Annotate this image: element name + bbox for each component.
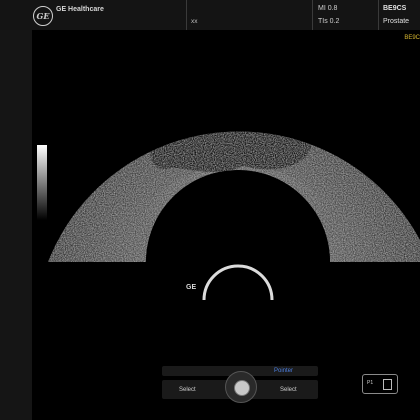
select-right-button[interactable]: Select xyxy=(280,387,297,393)
probe-orientation-marker: GE xyxy=(186,284,197,291)
ultrasound-image[interactable] xyxy=(0,0,420,420)
trackball-controls: Pointer Select Select xyxy=(162,366,318,403)
screen-page-indicator[interactable]: P1 xyxy=(362,374,398,394)
pointer-label[interactable]: Pointer xyxy=(274,368,293,374)
trackball-center xyxy=(234,380,250,396)
page-label: P1 xyxy=(367,380,374,386)
page-box-icon xyxy=(383,379,392,390)
trackball-icon[interactable] xyxy=(225,371,257,403)
select-left-button[interactable]: Select xyxy=(179,387,196,393)
